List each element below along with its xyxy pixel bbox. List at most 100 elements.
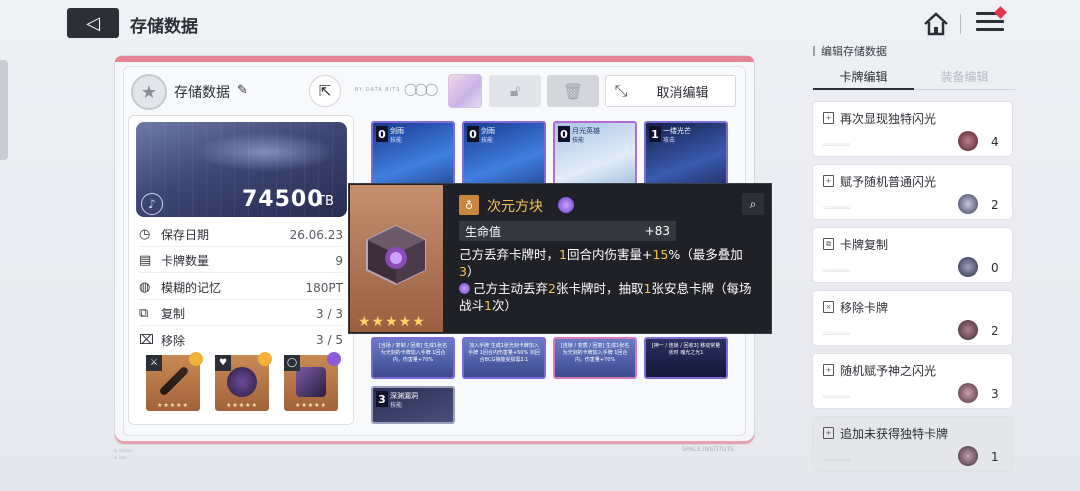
card-type: 技能 — [481, 137, 494, 144]
rarity-badge — [258, 352, 272, 366]
set-orb-icon — [459, 283, 470, 294]
card-cost: 0 — [467, 126, 479, 142]
rarity-badge — [189, 352, 203, 366]
card-description: [神一 / 连锁 / 回收3] 移动常量状时 魂光之光1 — [651, 343, 721, 356]
copy-card-icon: ⧉ — [823, 238, 834, 250]
stat-label: 生命值 — [465, 224, 502, 239]
cancel-edit-button[interactable]: ⤡ 取消编辑 — [605, 75, 736, 107]
crystal-icon — [958, 383, 978, 403]
card-slot-6[interactable]: 加入手牌 生成1张光剑卡牌加入手牌 1回合内伤害量+50% 剑回合BCG接能受损… — [462, 337, 546, 379]
option-count: 0 — [991, 261, 999, 275]
edit-pencil-icon[interactable]: ✎ — [237, 83, 248, 98]
card-description: [当场 / 复制 / 回收] 生成1张名为光剑的卡牌加入手牌 1回合内，伤害量+… — [378, 343, 448, 363]
storage-capacity-unit: TB — [317, 194, 334, 209]
card-description: 加入手牌 生成1张光剑卡牌加入手牌 1回合内伤害量+50% 剑回合BCG接能受损… — [468, 343, 540, 363]
option-count: 3 — [991, 387, 999, 401]
option-count: 2 — [991, 198, 999, 212]
collapse-icon: ⤡ — [614, 81, 628, 100]
stat-value: 180PT — [305, 280, 343, 295]
card-cost: 3 — [376, 391, 388, 407]
edit-option-add-unique-card[interactable]: + 追加未获得独特卡牌 ▫▫▫▫▫▫▫▫ 1 — [812, 416, 1013, 472]
stat-row-copy: ⧉ 复制 3 / 3 — [139, 302, 343, 326]
clock-icon: ◷ — [139, 227, 151, 242]
edit-option-god-flash[interactable]: + 随机赋予神之闪光 ▫▫▫▫▫▫▫▫ 3 — [812, 353, 1013, 409]
option-label: 随机赋予神之闪光 — [840, 364, 937, 378]
stat-row-save-date: ◷ 保存日期 26.06.23 — [139, 223, 343, 247]
option-label: 再次显现独特闪光 — [840, 112, 937, 126]
equipment-weapon[interactable]: ⚔ ★★★★★ — [146, 352, 203, 411]
equipment-stars: ★★★★★ — [295, 402, 327, 409]
option-count: 1 — [991, 450, 999, 464]
option-label: 卡牌复制 — [840, 238, 889, 252]
item-stat-row: 生命值 +83 — [459, 221, 676, 241]
card-slot-9[interactable]: 3 深渊漏洞 技能 — [371, 386, 455, 424]
delete-button[interactable]: 🗑︎ — [547, 75, 599, 107]
equipment-stars: ★★★★★ — [226, 402, 258, 409]
edit-option-normal-flash[interactable]: + 赋予随机普通闪光 ▫▫▫▫▫▫▫▫ 2 — [812, 164, 1013, 220]
weapon-icon: ⚔ — [146, 355, 162, 371]
stat-label: 模糊的记忆 — [161, 281, 222, 295]
stat-value: 3 / 3 — [316, 306, 343, 321]
option-caption: ▫▫▫▫▫▫▫▫ — [823, 205, 851, 211]
footer-caption: ▫ ▫▫▫▫ ▫ ▫▫ — [114, 448, 133, 461]
home-icon[interactable] — [922, 11, 950, 37]
remove-icon: ⌧ — [139, 332, 154, 348]
stat-label: 保存日期 — [161, 228, 210, 242]
option-label: 移除卡牌 — [840, 301, 889, 315]
card-slot-5[interactable]: [当场 / 复制 / 回收] 生成1张名为光剑的卡牌加入手牌 1回合内，伤害量+… — [371, 337, 455, 379]
card-slot-8[interactable]: [神一 / 连锁 / 回收3] 移动常量状时 魂光之光1 — [644, 337, 728, 379]
card-description: [连锁 / 变质 / 回复] 生成1张名为光剑的卡牌加入手牌 1回合内，伤害量+… — [560, 343, 630, 363]
item-description: 己方丢弃卡牌时，1回合内伤害量+15%（最多叠加3） 己方主动丢弃2张卡牌时，抽… — [459, 246, 763, 314]
equipment-accessory[interactable]: ◯ ★★★★★ — [284, 352, 341, 411]
storage-avatar: ★ — [131, 74, 167, 110]
card-icon: + — [823, 364, 834, 376]
option-caption: ▫▫▫▫▫▫▫▫ — [823, 457, 851, 463]
storage-capacity-value: 74500 — [242, 187, 324, 212]
option-caption: ▫▫▫▫▫▫▫▫ — [823, 142, 851, 148]
option-caption: ▫▫▫▫▫▫▫▫ — [823, 394, 851, 400]
option-caption: ▫▫▫▫▫▫▫▫ — [823, 331, 851, 337]
edit-option-remove-card[interactable]: × 移除卡牌 ▫▫▫▫▫▫▫▫ 2 — [812, 290, 1013, 346]
card-cost: 0 — [376, 126, 388, 142]
star-icon: ★ — [140, 81, 158, 103]
magnifier-icon[interactable]: ⌕ — [742, 193, 764, 215]
tab-card-edit[interactable]: 卡牌编辑 — [813, 68, 914, 90]
crystal-icon — [958, 446, 978, 466]
rings-icon: ◯◯◯ — [404, 82, 438, 96]
effect-line-2: 己方主动丢弃2张卡牌时，抽取1张安息卡牌（每场战斗1次） — [459, 281, 752, 313]
remove-card-icon: × — [823, 301, 834, 313]
item-rarity-stars: ★★★★★ — [358, 314, 426, 330]
ring-icon: ◯ — [284, 355, 300, 371]
edit-option-card-copy[interactable]: ⧉ 卡牌复制 ▫▫▫▫▫▫▫▫ 0 — [812, 227, 1013, 283]
option-count: 2 — [991, 324, 999, 338]
option-count: 4 — [991, 135, 999, 149]
edit-option-unique-flash[interactable]: + 再次显现独特闪光 ▫▫▫▫▫▫▫▫ 4 — [812, 101, 1013, 157]
trash-icon: 🗑︎ — [562, 81, 584, 101]
set-orb-icon — [558, 197, 574, 213]
crystal-icon — [958, 257, 978, 277]
share-button[interactable]: ⇱ — [309, 75, 341, 107]
card-type: 技能 — [390, 137, 403, 144]
equipment-armor[interactable]: ♥ ★★★★★ — [215, 352, 272, 411]
stat-label: 卡牌数量 — [161, 254, 210, 268]
side-edge-tab[interactable] — [0, 60, 8, 160]
cancel-edit-label: 取消编辑 — [656, 85, 709, 101]
effect-line-1: 己方丢弃卡牌时，1回合内伤害量+15%（最多叠加3） — [459, 247, 743, 279]
character-portrait[interactable] — [448, 74, 482, 108]
lock-icon: 🔓︎ — [509, 81, 521, 100]
stat-value: +83 — [644, 224, 670, 238]
crystal-icon — [958, 320, 978, 340]
header-divider — [960, 14, 961, 34]
card-cost: 0 — [558, 126, 570, 142]
copy-icon: ⧉ — [139, 306, 149, 321]
card-slot-7[interactable]: [连锁 / 变质 / 回复] 生成1张名为光剑的卡牌加入手牌 1回合内，伤害量+… — [553, 337, 637, 379]
cards-icon: ▤ — [139, 253, 152, 268]
tiny-caption: BY DATA BITS — [355, 87, 401, 93]
stat-row-remove: ⌧ 移除 3 / 5 — [139, 328, 343, 352]
tab-equipment-edit[interactable]: 装备编辑 — [914, 68, 1015, 90]
back-button[interactable]: ◁ — [67, 8, 119, 38]
item-name: 次元方块 — [487, 199, 543, 215]
lock-button[interactable]: 🔓︎ — [489, 75, 541, 107]
armor-icon: ♥ — [215, 355, 231, 371]
stat-label: 复制 — [161, 307, 186, 321]
